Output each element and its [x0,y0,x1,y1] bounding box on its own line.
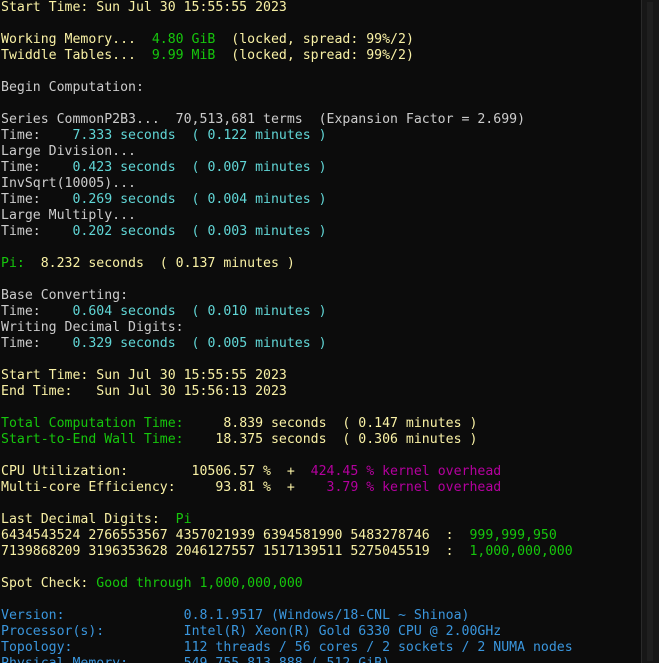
console-line: Working Memory... 4.80 GiB (locked, spre… [0,32,641,48]
scrollbar-track[interactable] [647,2,653,661]
vertical-scrollbar[interactable] [641,0,659,663]
console-text: Multi-core Efficiency: 93.81 % + [1,480,327,495]
console-line: Large Multiply... [0,208,641,224]
console-text: Twiddle Tables... [1,48,152,63]
console-text: Time: [1,224,73,239]
console-line: Time: 0.269 seconds ( 0.004 minutes ) [0,192,641,208]
console-text: 549,755,813,888 ( 512 GiB) [184,656,390,663]
console-text: 0.202 seconds ( 0.003 minutes ) [72,224,327,239]
console-text: 3.79 % kernel overhead [326,480,502,495]
console-text: Start Time: Sun Jul 30 15:55:55 2023 [1,0,287,15]
console-text: 424.45 % kernel overhead [310,464,502,479]
console-line: Last Decimal Digits: Pi [0,512,641,528]
console-text: CPU Utilization: 10506.57 % + [1,464,311,479]
console-text: 4.80 GiB [151,32,216,47]
console-text: Series CommonP2B3... 70,513,681 terms (E… [1,112,526,127]
console-line: Multi-core Efficiency: 93.81 % + 3.79 % … [0,480,641,496]
console-line: Begin Computation: [0,80,641,96]
console-line: CPU Utilization: 10506.57 % + 424.45 % k… [0,464,641,480]
console-text: Time: [1,192,73,207]
console-line: Start Time: Sun Jul 30 15:55:55 2023 [0,368,641,384]
console-text: 7139868209 3196353628 2046127557 1517139… [1,544,470,559]
console-text: Last Decimal Digits: [1,512,176,527]
console-text: Large Multiply... [1,208,136,223]
console-line: Start-to-End Wall Time: 18.375 seconds (… [0,432,641,448]
console-line: Pi: 8.232 seconds ( 0.137 minutes ) [0,256,641,272]
console-text: 112 threads / 56 cores / 2 sockets / 2 N… [183,640,573,655]
console-text: (locked, spread: 99%/2) [215,32,414,47]
console-line: Large Division... [0,144,641,160]
console-text: 7.333 seconds ( 0.122 minutes ) [72,128,327,143]
console-line: Series CommonP2B3... 70,513,681 terms (E… [0,112,641,128]
console-text: Pi [175,512,192,527]
console-text: 0.604 seconds ( 0.010 minutes ) [72,304,327,319]
console-text: Begin Computation: [1,80,144,95]
console-text: Physical Memory: [1,656,184,663]
console-line: End Time: Sun Jul 30 15:56:13 2023 [0,384,641,400]
console-line: Time: 0.202 seconds ( 0.003 minutes ) [0,224,641,240]
console-line: Start Time: Sun Jul 30 15:55:55 2023 [0,0,641,16]
console-line: Topology: 112 threads / 56 cores / 2 soc… [0,640,641,656]
console-text: Start Time: Sun Jul 30 15:55:55 2023 [1,368,287,383]
console-text: 1,000,000,000 [469,544,573,559]
console-text: Intel(R) Xeon(R) Gold 6330 CPU @ 2.00GHz [183,624,502,639]
console-text: Spot Check: [1,576,97,591]
console-line: Time: 7.333 seconds ( 0.122 minutes ) [0,128,641,144]
console-text: End Time: Sun Jul 30 15:56:13 2023 [1,384,287,399]
console-text: InvSqrt(10005)... [1,176,136,191]
console-text: (locked, spread: 99%/2) [215,48,414,63]
console-text: Topology: [1,640,184,655]
console-text: Time: [1,128,73,143]
console-line: Spot Check: Good through 1,000,000,000 [0,576,641,592]
console-line: Total Computation Time: 8.839 seconds ( … [0,416,641,432]
console-text: 0.329 seconds ( 0.005 minutes ) [72,336,327,351]
console-text: 0.8.1.9517 (Windows/18-CNL ~ Shinoa) [183,608,470,623]
console-line: Version: 0.8.1.9517 (Windows/18-CNL ~ Sh… [0,608,641,624]
console-text: Good through 1,000,000,000 [96,576,303,591]
console-line: 7139868209 3196353628 2046127557 1517139… [0,544,641,560]
console-line: Base Converting: [0,288,641,304]
console-line: Physical Memory: 549,755,813,888 ( 512 G… [0,656,641,663]
console-text: Large Division... [1,144,136,159]
console-line: Twiddle Tables... 9.99 MiB (locked, spre… [0,48,641,64]
console-text: 8.839 seconds ( 0.147 minutes ) [183,416,478,431]
console-line: 6434543524 2766553567 4357021939 6394581… [0,528,641,544]
console-text: Time: [1,336,73,351]
console-text: Time: [1,304,73,319]
console-text: Start-to-End Wall Time: [1,432,184,447]
console-text: Version: [1,608,184,623]
console-text: Writing Decimal Digits: [1,320,184,335]
console-line: Time: 0.604 seconds ( 0.010 minutes ) [0,304,641,320]
console-text: 8.232 seconds ( 0.137 minutes ) [24,256,295,271]
console-text: 0.269 seconds ( 0.004 minutes ) [72,192,327,207]
console-line: Time: 0.329 seconds ( 0.005 minutes ) [0,336,641,352]
console-text: Working Memory... [1,32,152,47]
console-output[interactable]: Start Time: Sun Jul 30 15:55:55 2023 Work… [0,0,641,663]
console-text: Pi: [1,256,25,271]
console-line: Writing Decimal Digits: [0,320,641,336]
console-text: 0.423 seconds ( 0.007 minutes ) [72,160,327,175]
console-text: Processor(s): [1,624,184,639]
console-text: Total Computation Time: [1,416,184,431]
console-text: Time: [1,160,73,175]
console-line: InvSqrt(10005)... [0,176,641,192]
console-line: Time: 0.423 seconds ( 0.007 minutes ) [0,160,641,176]
console-text: 999,999,950 [469,528,557,543]
console-text: 6434543524 2766553567 4357021939 6394581… [1,528,470,543]
console-text: Base Converting: [1,288,129,303]
console-text: 9.99 MiB [151,48,216,63]
console-line: Processor(s): Intel(R) Xeon(R) Gold 6330… [0,624,641,640]
console-text: 18.375 seconds ( 0.306 minutes ) [183,432,478,447]
